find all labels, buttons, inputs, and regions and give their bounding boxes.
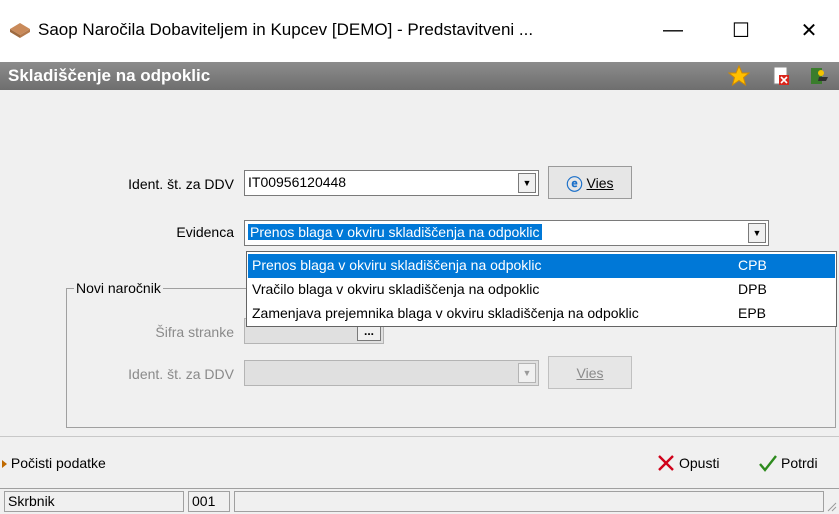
status-user: Skrbnik	[4, 491, 184, 512]
clear-data-label: Počisti podatke	[10, 455, 106, 471]
status-empty	[234, 491, 824, 512]
option-code: CPB	[738, 257, 767, 273]
cancel-button[interactable]: Opusti	[656, 453, 719, 473]
confirm-label: Potrdi	[781, 455, 818, 471]
pointer-arrow-icon	[2, 460, 7, 469]
new-ddv-label: Ident. št. za DDV	[128, 366, 234, 382]
ddv-value: IT00956120448	[248, 174, 347, 190]
chevron-down-icon[interactable]: ▼	[748, 223, 766, 243]
dropdown-option-epb[interactable]: Zamenjava prejemnika blaga v okviru skla…	[248, 302, 835, 326]
form-header: Skladiščenje na odpoklic	[0, 62, 839, 90]
new-vies-button-label: Vies	[576, 364, 604, 381]
clear-data-button[interactable]: Počisti podatke	[2, 455, 106, 471]
ddv-label: Ident. št. za DDV	[128, 176, 234, 192]
close-button[interactable]: ✕	[786, 12, 832, 48]
dropdown-option-cpb[interactable]: Prenos blaga v okviru skladiščenja na od…	[248, 254, 835, 278]
dropdown-option-dpb[interactable]: Vračilo blaga v okviru skladiščenja na o…	[248, 278, 835, 302]
vies-button-label: Vies	[586, 174, 614, 191]
vies-button[interactable]: ⓔ Vies	[548, 166, 632, 199]
status-code: 001	[188, 491, 230, 512]
confirm-button[interactable]: Potrdi	[758, 453, 818, 473]
window-titlebar: Saop Naročila Dobaviteljem in Kupcev [DE…	[0, 0, 839, 62]
form-title: Skladiščenje na odpoklic	[8, 66, 211, 85]
option-label: Vračilo blaga v okviru skladiščenja na o…	[252, 281, 540, 297]
evidenca-value: Prenos blaga v okviru skladiščenja na od…	[248, 224, 542, 240]
new-ddv-combobox[interactable]: ▼	[244, 360, 539, 386]
minimize-button[interactable]: —	[650, 12, 696, 48]
checkmark-icon	[759, 455, 777, 472]
star-icon[interactable]	[728, 65, 750, 87]
sifra-label: Šifra stranke	[155, 324, 234, 340]
chevron-down-icon[interactable]: ▼	[518, 173, 536, 193]
resize-grip-icon[interactable]	[825, 500, 837, 512]
option-code: DPB	[738, 281, 767, 297]
divider	[0, 436, 839, 437]
cancel-x-icon	[658, 455, 674, 471]
evidenca-label: Evidenca	[176, 224, 234, 240]
evidenca-dropdown-list: Prenos blaga v okviru skladiščenja na od…	[246, 251, 837, 327]
chevron-down-icon[interactable]: ▼	[518, 363, 536, 383]
exit-door-icon[interactable]	[808, 65, 830, 87]
cancel-label: Opusti	[679, 455, 720, 471]
status-bar: Skrbnik 001	[0, 488, 839, 514]
app-logo-icon	[10, 23, 30, 38]
option-label: Zamenjava prejemnika blaga v okviru skla…	[252, 305, 639, 321]
option-label: Prenos blaga v okviru skladiščenja na od…	[252, 257, 542, 273]
new-vies-button[interactable]: Vies	[548, 356, 632, 389]
window-title: Saop Naročila Dobaviteljem in Kupcev [DE…	[38, 20, 534, 39]
option-code: EPB	[738, 305, 767, 321]
ddv-combobox[interactable]: IT00956120448 ▼	[244, 170, 539, 196]
ie-globe-icon: ⓔ	[566, 176, 583, 194]
new-customer-group-title: Novi naročnik	[74, 280, 163, 296]
delete-doc-icon[interactable]	[770, 65, 792, 87]
evidenca-combobox[interactable]: Prenos blaga v okviru skladiščenja na od…	[244, 220, 769, 246]
maximize-button[interactable]: ☐	[718, 12, 764, 48]
